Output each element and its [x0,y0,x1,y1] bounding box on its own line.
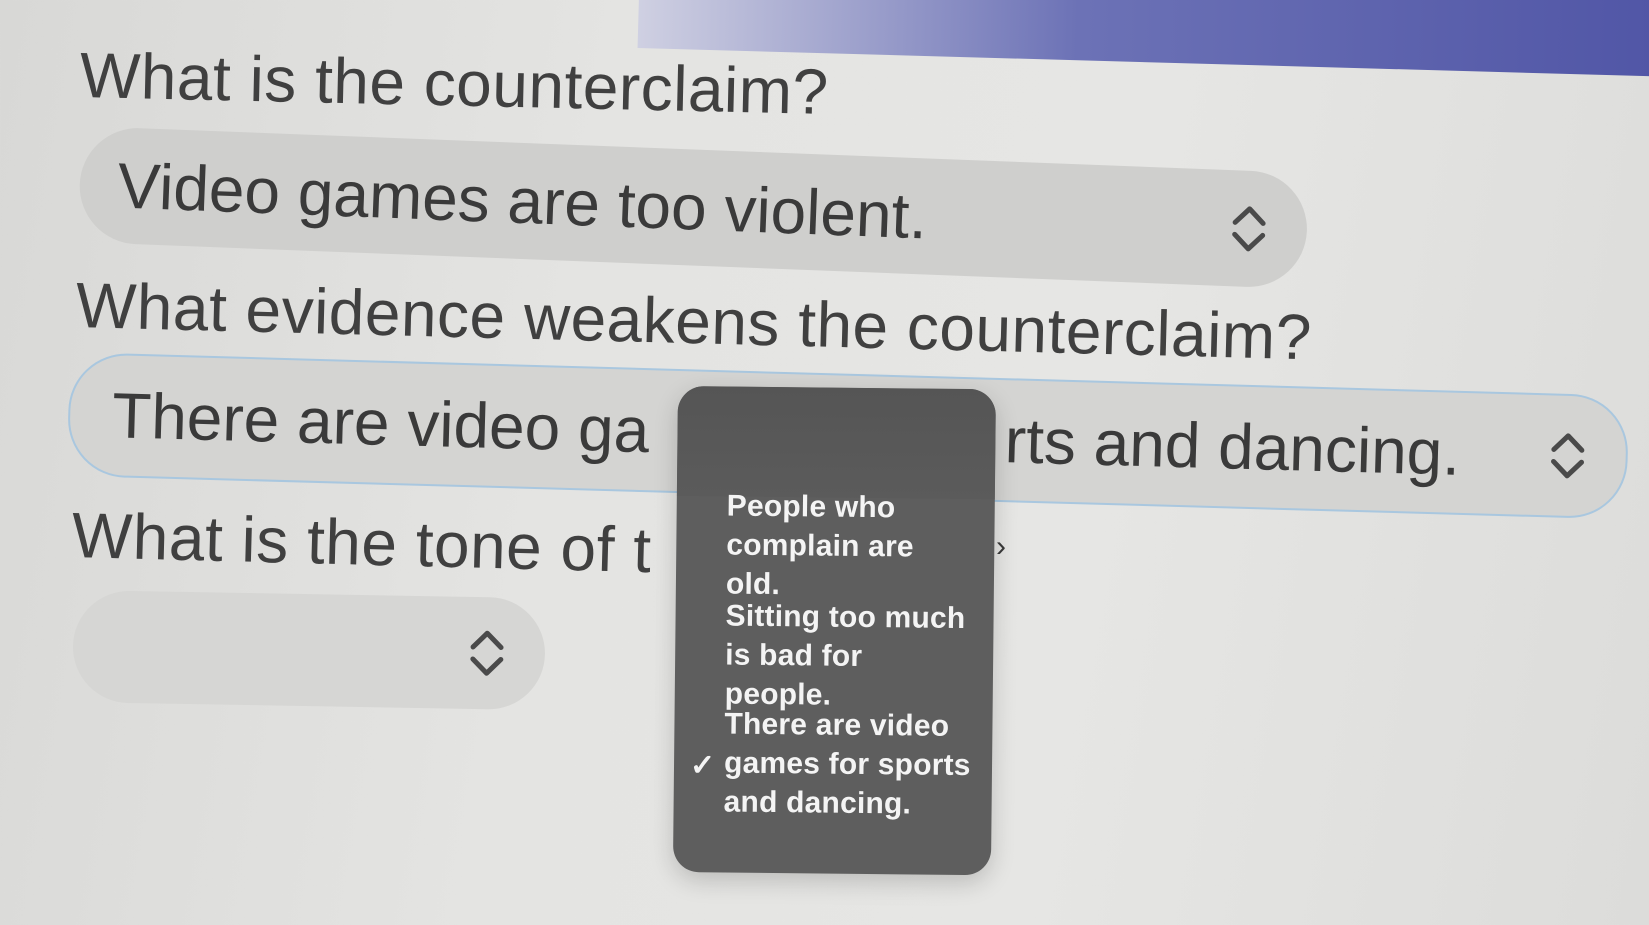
menu-option-label: Sitting too much is bad for people. [724,599,966,712]
truncated-chevron-icon: › [996,530,1006,563]
counterclaim-select[interactable]: Video games are too violent. [77,126,1310,290]
chevron-up-down-icon [1545,425,1591,486]
menu-option-label: People who complain are old. [725,489,914,602]
menu-option-label: There are video games for sports and dan… [723,707,971,821]
menu-option-selected[interactable]: ✓ There are video games for sports and d… [673,704,992,837]
evidence-dropdown-menu: People who complain are old. Sitting too… [672,386,996,876]
chevron-up-down-icon [1226,198,1272,260]
chevron-up-down-icon [464,623,509,684]
counterclaim-select-value: Video games are too violent. [116,149,929,253]
question-tone: What is the tone of t [71,499,653,587]
question-counterclaim: What is the counterclaim? [79,39,830,128]
evidence-select-value-end: rts and dancing. [1003,404,1462,489]
evidence-select-value-start: There are video ga [111,379,651,467]
checkmark-icon: ✓ [689,749,716,783]
menu-option[interactable]: Sitting too much is bad for people. [675,596,994,712]
menu-top-area [676,386,996,500]
tone-select[interactable] [72,590,546,711]
menu-option[interactable]: People who complain are old. [676,486,995,602]
